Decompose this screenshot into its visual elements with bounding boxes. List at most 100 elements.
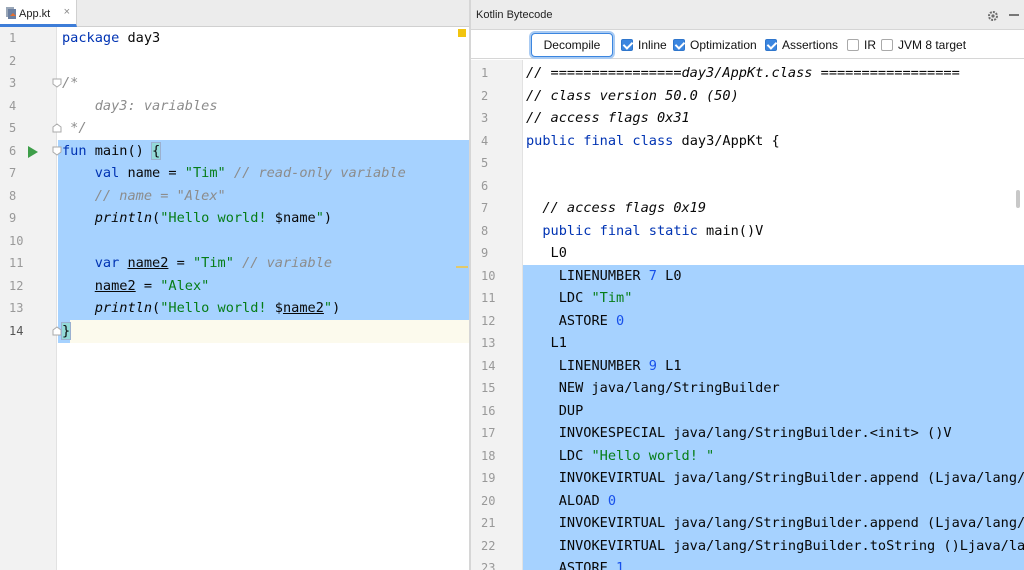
code-text: () xyxy=(127,142,153,159)
bytecode-line-20[interactable]: ALOAD 0 xyxy=(526,490,616,513)
assertions-checkbox[interactable]: Assertions xyxy=(765,38,838,52)
string-literal: "Tim" xyxy=(184,165,226,181)
run-main-icon[interactable] xyxy=(28,145,38,158)
checkbox-label: Inline xyxy=(638,38,667,52)
code-text: LDC xyxy=(526,290,592,306)
keyword: package xyxy=(62,30,120,46)
bytecode-line-15[interactable]: NEW java/lang/StringBuilder xyxy=(526,377,780,400)
line-number: 11 xyxy=(481,291,496,305)
bytecode-line-2[interactable]: // class version 50.0 (50) xyxy=(526,85,739,108)
line-number: 4 xyxy=(9,98,17,113)
checkbox-checked-icon[interactable] xyxy=(621,39,633,51)
bytecode-line-14[interactable]: LINENUMBER 9 L1 xyxy=(526,355,682,378)
mutable-variable: name2 xyxy=(282,300,324,316)
checkbox-checked-icon[interactable] xyxy=(765,39,777,51)
code-text: LINENUMBER xyxy=(526,267,649,284)
bytecode-line-18[interactable]: LDC "Hello world! " xyxy=(526,445,715,468)
checkbox-unchecked-icon[interactable] xyxy=(847,39,859,51)
keyword: public final class xyxy=(526,132,674,149)
bytecode-line-17[interactable]: INVOKESPECIAL java/lang/StringBuilder.<i… xyxy=(526,422,952,445)
close-tab-icon[interactable]: × xyxy=(64,6,70,18)
code-line-6[interactable]: fun main() { xyxy=(62,140,162,163)
code-line-14[interactable]: } xyxy=(60,320,72,343)
code-text: NEW java/lang/StringBuilder xyxy=(526,380,780,396)
comment: // ================day3/AppKt.class ====… xyxy=(526,65,960,81)
code-line-12[interactable]: name2 = "Alex" xyxy=(62,275,210,298)
decompile-button[interactable]: Decompile xyxy=(531,33,613,57)
line-number: 1 xyxy=(9,31,17,45)
bytecode-line-22[interactable]: INVOKEVIRTUAL java/lang/StringBuilder.to… xyxy=(526,535,1024,558)
bytecode-line-16[interactable]: DUP xyxy=(526,400,584,423)
line-number: 10 xyxy=(9,233,24,248)
bytecode-line-23[interactable]: ASTORE 1 xyxy=(526,557,624,570)
code-text: name = xyxy=(119,165,185,181)
inspection-status-icon[interactable] xyxy=(458,29,466,37)
fold-start-icon[interactable] xyxy=(52,146,62,156)
code-line-8[interactable]: // name = "Alex" xyxy=(62,185,226,208)
function-call: println xyxy=(62,210,153,226)
bytecode-line-19[interactable]: INVOKEVIRTUAL java/lang/StringBuilder.ap… xyxy=(526,467,1024,490)
string-literal: "Hello world! xyxy=(160,210,275,226)
code-text: = xyxy=(168,255,193,271)
function-call: println xyxy=(62,300,153,316)
bytecode-line-21[interactable]: INVOKEVIRTUAL java/lang/StringBuilder.ap… xyxy=(526,512,1024,535)
minimize-icon[interactable] xyxy=(1009,14,1019,16)
code-text: LDC xyxy=(526,447,592,464)
bytecode-line-3[interactable]: // access flags 0x31 xyxy=(526,107,690,130)
comment: // variable xyxy=(233,255,333,271)
keyword: var xyxy=(62,255,120,271)
comment: // access flags 0x19 xyxy=(526,200,707,216)
fold-end-icon[interactable] xyxy=(52,326,62,336)
comment: // name = "Alex" xyxy=(62,187,226,204)
vertical-scrollbar[interactable] xyxy=(1016,190,1020,208)
inline-checkbox[interactable]: Inline xyxy=(621,38,667,52)
code-line-4[interactable]: day3: variables xyxy=(62,95,218,118)
line-number: 1 xyxy=(481,66,489,80)
editor-pane[interactable]: App.kt × 1 2 3 4 5 6 7 8 9 10 11 12 13 1… xyxy=(0,0,469,570)
tool-window-title: Kotlin Bytecode xyxy=(476,9,553,21)
code-text: ) xyxy=(323,210,333,226)
tab-app-kt[interactable]: App.kt × xyxy=(0,0,77,27)
bytecode-line-12[interactable]: ASTORE 0 xyxy=(526,310,624,333)
line-number: 21 xyxy=(481,516,496,530)
code-text: L0 xyxy=(656,267,682,284)
code-text: day3/AppKt { xyxy=(673,132,780,149)
caret-line-highlight xyxy=(58,320,469,343)
gear-icon[interactable] xyxy=(987,9,999,21)
line-number: 6 xyxy=(481,178,489,193)
tool-window-header: Kotlin Bytecode xyxy=(471,0,1024,30)
ir-checkbox[interactable]: IR xyxy=(847,38,876,52)
code-line-11[interactable]: var name2 = "Tim" // variable xyxy=(62,252,332,275)
bytecode-line-1[interactable]: // ================day3/AppKt.class ====… xyxy=(526,62,960,85)
code-text: INVOKEVIRTUAL java/lang/StringBuilder.to… xyxy=(558,537,1024,554)
string-literal: "Hello world! " xyxy=(591,447,715,464)
code-line-13[interactable]: println("Hello world! $name2") xyxy=(62,297,341,320)
bytecode-line-8[interactable]: public final static main()V xyxy=(526,220,763,243)
code-line-3[interactable]: /* xyxy=(62,72,78,95)
checkbox-checked-icon[interactable] xyxy=(673,39,685,51)
bytecode-line-13[interactable]: L1 xyxy=(526,332,567,355)
code-line-7[interactable]: val name = "Tim" // read-only variable xyxy=(62,162,406,185)
template-dollar: $ xyxy=(274,300,283,316)
checkbox-unchecked-icon[interactable] xyxy=(881,39,893,51)
bytecode-line-11[interactable]: LDC "Tim" xyxy=(526,287,633,310)
code-line-1[interactable]: package day3 xyxy=(62,27,160,50)
keyword: public final static xyxy=(526,222,698,239)
jvm8-target-checkbox[interactable]: JVM 8 target xyxy=(881,38,966,52)
bytecode-line-9[interactable]: L0 xyxy=(526,242,567,265)
bytecode-line-4[interactable]: public final class day3/AppKt { xyxy=(526,130,780,153)
fold-end-icon[interactable] xyxy=(52,123,62,133)
line-number: 11 xyxy=(9,256,24,270)
bytecode-line-10[interactable]: LINENUMBER 7 L0 xyxy=(526,265,682,288)
optimization-checkbox[interactable]: Optimization xyxy=(673,38,757,52)
line-number: 12 xyxy=(9,278,24,293)
bytecode-line-7[interactable]: // access flags 0x19 xyxy=(526,197,706,220)
warning-stripe-marker[interactable] xyxy=(456,266,468,268)
checkbox-label: IR xyxy=(864,38,876,52)
code-line-5[interactable]: */ xyxy=(62,117,86,140)
line-number: 14 xyxy=(481,358,496,373)
line-number: 6 xyxy=(9,143,17,158)
fold-start-icon[interactable] xyxy=(52,78,62,88)
comment: day3: variables xyxy=(62,97,218,114)
code-line-9[interactable]: println("Hello world! $name") xyxy=(62,207,332,230)
